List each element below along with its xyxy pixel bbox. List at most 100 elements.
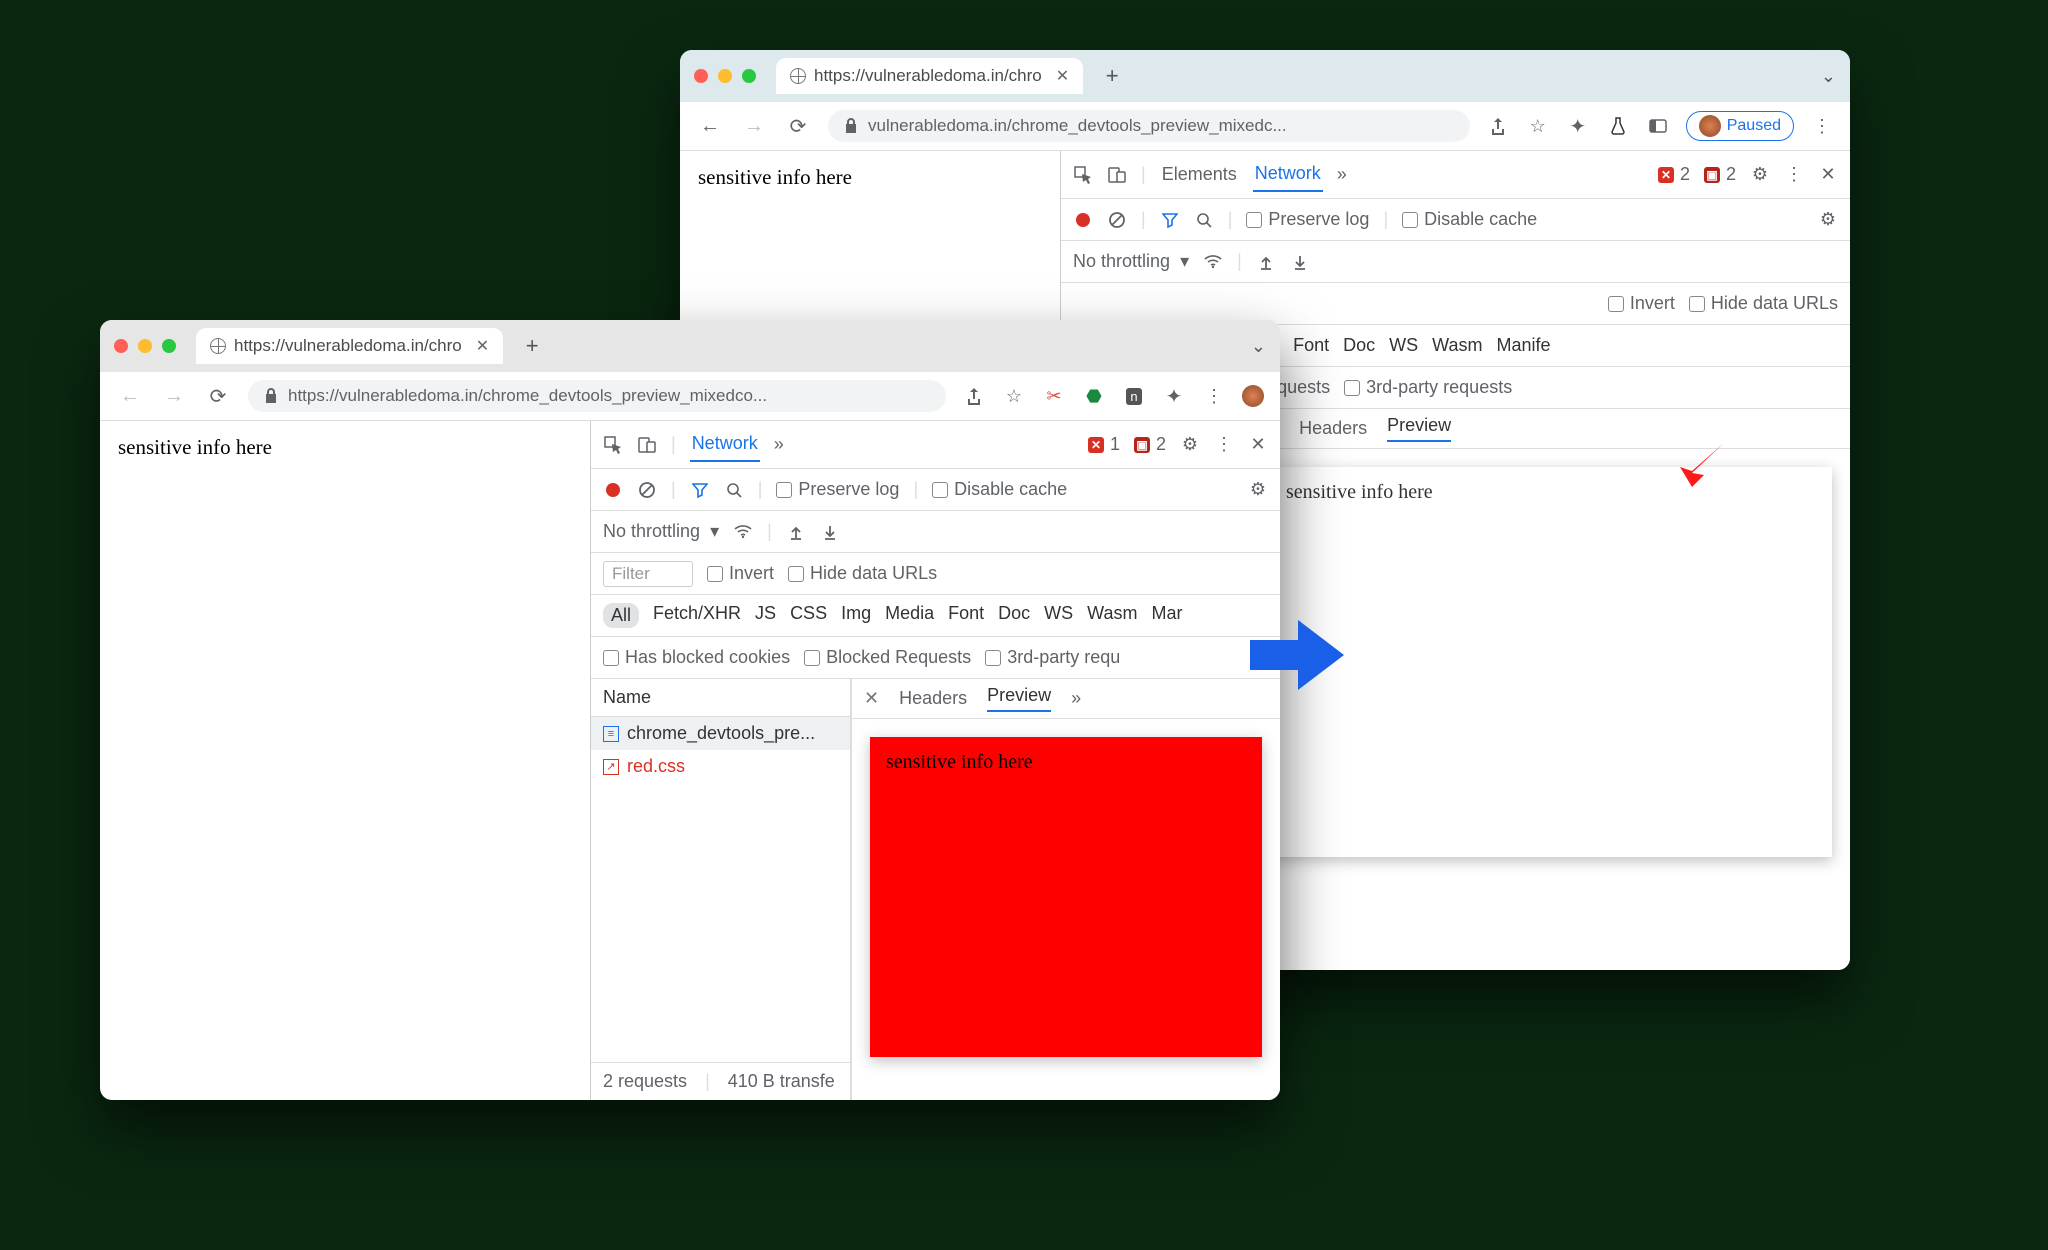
devtools-close-icon[interactable]: ✕ xyxy=(1248,435,1268,455)
issues-badge[interactable]: ▣2 xyxy=(1134,434,1166,455)
error-badge[interactable]: ✕1 xyxy=(1088,434,1120,455)
download-icon[interactable] xyxy=(820,522,840,542)
close-tab-icon[interactable]: ✕ xyxy=(1056,66,1069,86)
table-row[interactable]: ≡ chrome_devtools_pre... xyxy=(591,717,850,750)
share-icon[interactable] xyxy=(962,384,986,408)
filter-type[interactable]: All xyxy=(603,603,639,628)
more-tabs-icon[interactable]: » xyxy=(1337,164,1347,185)
back-button[interactable]: ← xyxy=(696,112,724,140)
upload-icon[interactable] xyxy=(786,522,806,542)
filter-icon[interactable] xyxy=(690,480,710,500)
new-tab-button[interactable]: + xyxy=(519,333,545,359)
devtools-close-icon[interactable]: ✕ xyxy=(1818,165,1838,185)
record-button[interactable] xyxy=(603,480,623,500)
filter-type[interactable]: Font xyxy=(1293,335,1329,356)
extensions-icon[interactable]: ✦ xyxy=(1162,384,1186,408)
tabs-menu-button[interactable]: ⌄ xyxy=(1821,66,1836,87)
clear-button[interactable] xyxy=(1107,210,1127,230)
tab-headers[interactable]: Headers xyxy=(1299,418,1367,439)
preserve-log-checkbox[interactable]: Preserve log xyxy=(1246,209,1369,230)
forward-button[interactable]: → xyxy=(740,112,768,140)
extensions-icon[interactable]: ✦ xyxy=(1566,114,1590,138)
tabs-menu-button[interactable]: ⌄ xyxy=(1251,336,1266,357)
flask-icon[interactable] xyxy=(1606,114,1630,138)
devtools-toggle-icon[interactable]: ⋮ xyxy=(1202,384,1226,408)
filter-type[interactable]: Media xyxy=(885,603,934,628)
issues-badge[interactable]: ▣2 xyxy=(1704,164,1736,185)
search-icon[interactable] xyxy=(1194,210,1214,230)
filter-type[interactable]: Mar xyxy=(1152,603,1183,628)
url-field[interactable]: https://vulnerabledoma.in/chrome_devtool… xyxy=(248,380,946,412)
inspect-icon[interactable] xyxy=(1073,165,1093,185)
reload-button[interactable]: ⟳ xyxy=(784,112,812,140)
disable-cache-checkbox[interactable]: Disable cache xyxy=(1402,209,1537,230)
inspect-icon[interactable] xyxy=(603,435,623,455)
minimize-window-button[interactable] xyxy=(718,69,732,83)
close-window-button[interactable] xyxy=(694,69,708,83)
tab-headers[interactable]: Headers xyxy=(899,688,967,709)
ext-icon-1[interactable]: ⬣ xyxy=(1082,384,1106,408)
hide-data-urls-checkbox[interactable]: Hide data URLs xyxy=(788,563,937,584)
close-detail-icon[interactable]: ✕ xyxy=(864,688,879,709)
filter-type[interactable]: JS xyxy=(755,603,776,628)
more-tabs-icon[interactable]: » xyxy=(774,434,784,455)
upload-icon[interactable] xyxy=(1256,252,1276,272)
browser-tab[interactable]: https://vulnerabledoma.in/chro ✕ xyxy=(776,58,1083,94)
devtools-more-icon[interactable]: ⋮ xyxy=(1214,435,1234,455)
bookmark-icon[interactable]: ☆ xyxy=(1526,114,1550,138)
tab-network[interactable]: Network xyxy=(1253,157,1323,192)
preserve-log-checkbox[interactable]: Preserve log xyxy=(776,479,899,500)
scissors-icon[interactable]: ✂ xyxy=(1042,384,1066,408)
filter-icon[interactable] xyxy=(1160,210,1180,230)
device-toggle-icon[interactable] xyxy=(637,435,657,455)
minimize-window-button[interactable] xyxy=(138,339,152,353)
disable-cache-checkbox[interactable]: Disable cache xyxy=(932,479,1067,500)
third-party-checkbox[interactable]: 3rd-party requests xyxy=(1344,377,1512,398)
url-field[interactable]: vulnerabledoma.in/chrome_devtools_previe… xyxy=(828,110,1470,142)
maximize-window-button[interactable] xyxy=(162,339,176,353)
filter-type[interactable]: CSS xyxy=(790,603,827,628)
network-settings-icon[interactable]: ⚙ xyxy=(1248,480,1268,500)
filter-type[interactable]: Wasm xyxy=(1087,603,1137,628)
tab-elements[interactable]: Elements xyxy=(1160,158,1239,191)
filter-type[interactable]: Doc xyxy=(998,603,1030,628)
browser-tab[interactable]: https://vulnerabledoma.in/chro ✕ xyxy=(196,328,503,364)
forward-button[interactable]: → xyxy=(160,382,188,410)
filter-type[interactable]: Fetch/XHR xyxy=(653,603,741,628)
more-tabs-icon[interactable]: » xyxy=(1071,688,1081,709)
filter-type[interactable]: WS xyxy=(1389,335,1418,356)
blocked-requests-checkbox[interactable]: Blocked Requests xyxy=(804,647,971,668)
panel-icon[interactable] xyxy=(1646,114,1670,138)
throttling-select[interactable]: No throttling ▾ xyxy=(603,521,719,542)
share-icon[interactable] xyxy=(1486,114,1510,138)
invert-checkbox[interactable]: Invert xyxy=(707,563,774,584)
wifi-icon[interactable] xyxy=(733,522,753,542)
ext-icon-2[interactable]: n xyxy=(1122,384,1146,408)
wifi-icon[interactable] xyxy=(1203,252,1223,272)
clear-button[interactable] xyxy=(637,480,657,500)
avatar[interactable] xyxy=(1242,385,1264,407)
error-badge[interactable]: ✕2 xyxy=(1658,164,1690,185)
filter-type[interactable]: WS xyxy=(1044,603,1073,628)
settings-icon[interactable]: ⚙ xyxy=(1180,435,1200,455)
filter-type[interactable]: Manife xyxy=(1496,335,1550,356)
devtools-more-icon[interactable]: ⋮ xyxy=(1784,165,1804,185)
close-tab-icon[interactable]: ✕ xyxy=(476,336,489,356)
profile-paused-button[interactable]: Paused xyxy=(1686,111,1794,141)
filter-type[interactable]: Font xyxy=(948,603,984,628)
invert-checkbox[interactable]: Invert xyxy=(1608,293,1675,314)
tab-network[interactable]: Network xyxy=(690,427,760,462)
table-row[interactable]: ↗ red.css xyxy=(591,750,850,783)
blocked-cookies-checkbox[interactable]: Has blocked cookies xyxy=(603,647,790,668)
close-window-button[interactable] xyxy=(114,339,128,353)
maximize-window-button[interactable] xyxy=(742,69,756,83)
reload-button[interactable]: ⟳ xyxy=(204,382,232,410)
filter-type[interactable]: Doc xyxy=(1343,335,1375,356)
bookmark-icon[interactable]: ☆ xyxy=(1002,384,1026,408)
download-icon[interactable] xyxy=(1290,252,1310,272)
third-party-checkbox[interactable]: 3rd-party requ xyxy=(985,647,1120,668)
tab-preview[interactable]: Preview xyxy=(1387,415,1451,442)
hide-data-urls-checkbox[interactable]: Hide data URLs xyxy=(1689,293,1838,314)
network-settings-icon[interactable]: ⚙ xyxy=(1818,210,1838,230)
settings-icon[interactable]: ⚙ xyxy=(1750,165,1770,185)
